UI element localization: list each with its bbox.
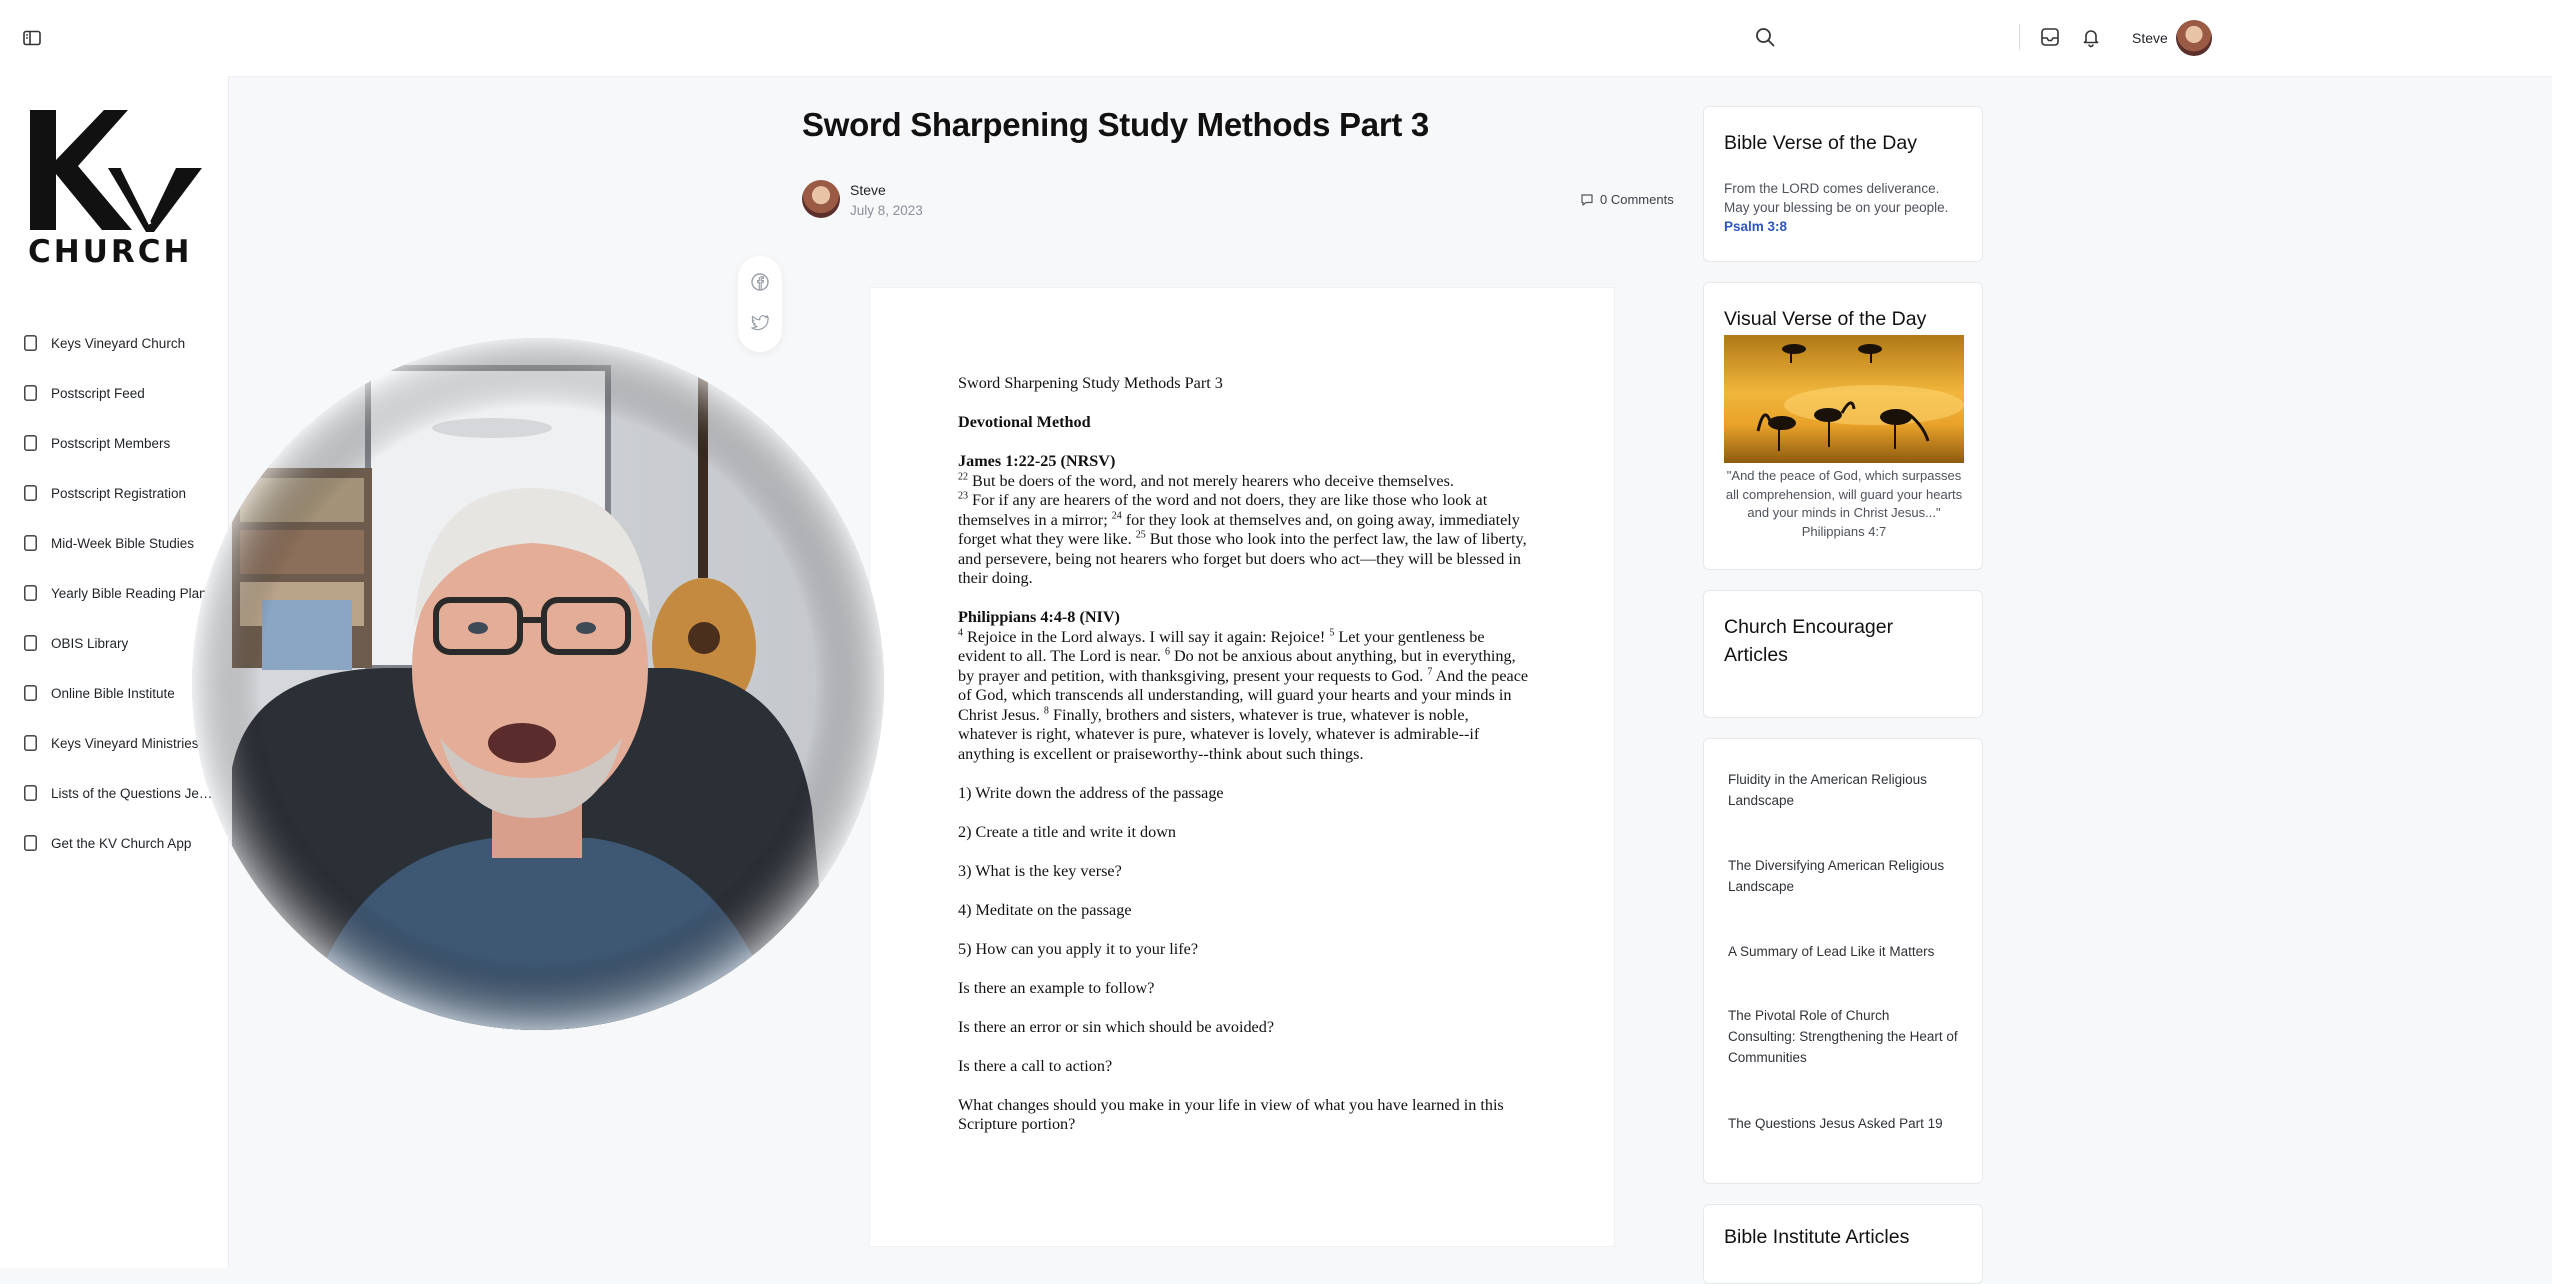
comments-count: 0 Comments (1600, 192, 1674, 207)
doc-step: Is there an example to follow? (958, 978, 1155, 997)
document-icon (24, 435, 37, 451)
kv-logo-mark (30, 110, 202, 232)
article-link[interactable]: Fluidity in the American Religious Lands… (1728, 769, 1960, 811)
author-name[interactable]: Steve (850, 182, 886, 198)
sidebar-item-label: Postscript Registration (51, 485, 187, 501)
webcam-video-frame (192, 338, 884, 1030)
author-avatar[interactable] (802, 180, 840, 218)
post-date: July 8, 2023 (850, 203, 923, 218)
bible-verse-of-day-card: Bible Verse of the Day From the LORD com… (1703, 106, 1983, 262)
header-user-name[interactable]: Steve (2132, 30, 2168, 46)
facebook-icon[interactable] (750, 272, 770, 292)
sidebar-item-yearly-bible-reading-plan[interactable]: Yearly Bible Reading Plan (0, 568, 228, 618)
doc-heading: Sword Sharpening Study Methods Part 3 (958, 374, 1223, 392)
header-divider (2019, 24, 2020, 50)
sidebar-nav: Keys Vineyard Church Postscript Feed Pos… (0, 318, 228, 868)
bible-institute-card: Bible Institute Articles (1703, 1204, 1983, 1284)
document-icon (24, 735, 37, 751)
birds-sunset-picture (1724, 335, 1964, 463)
doc-step: 4) Meditate on the passage (958, 900, 1132, 919)
sidebar-item-mid-week-bible-studies[interactable]: Mid-Week Bible Studies (0, 518, 228, 568)
document-icon (24, 785, 37, 801)
doc-passage1-ref: James 1:22-25 (NRSV) (958, 452, 1116, 470)
card-title: Church Encourager Articles (1724, 616, 1894, 666)
card-title: Bible Institute Articles (1724, 1226, 1910, 1248)
sidebar-item-postscript-members[interactable]: Postscript Members (0, 418, 228, 468)
sidebar-item-questions-jesus-asked[interactable]: Lists of the Questions Jesu... (0, 768, 228, 818)
document-icon (24, 335, 37, 351)
kv-church-logo[interactable]: CHURCH (26, 108, 206, 274)
document-icon (24, 585, 37, 601)
user-avatar[interactable] (2176, 20, 2212, 56)
doc-step: 1) Write down the address of the passage (958, 783, 1224, 802)
search-icon[interactable] (1754, 26, 1776, 48)
document-icon (24, 485, 37, 501)
sidebar: CHURCH Keys Vineyard Church Postscript F… (0, 0, 228, 1268)
card-title: Visual Verse of the Day (1724, 308, 1927, 330)
doc-step: Is there a call to action? (958, 1056, 1113, 1075)
comments-link[interactable]: 0 Comments (1580, 192, 1674, 207)
sidebar-item-label: Postscript Members (51, 435, 171, 451)
sidebar-item-label: Get the KV Church App (51, 835, 192, 851)
sidebar-item-label: Lists of the Questions Jesu... (51, 785, 219, 801)
verse-text: From the LORD comes deliverance. May you… (1724, 181, 1949, 234)
visual-verse-caption: "And the peace of God, which surpasses a… (1725, 468, 1963, 539)
doc-step: Is there an error or sin which should be… (958, 1017, 1275, 1036)
doc-passage2-ref: Philippians 4:4-8 (NIV) (958, 608, 1120, 626)
church-encourager-card: Church Encourager Articles (1703, 590, 1983, 718)
document-icon (24, 535, 37, 551)
document-icon (24, 635, 37, 651)
article-link[interactable]: A Summary of Lead Like it Matters (1728, 941, 1960, 962)
doc-step: 3) What is the key verse? (958, 861, 1122, 880)
article-link[interactable]: The Pivotal Role of Church Consulting: S… (1728, 1005, 1960, 1068)
card-title: Bible Verse of the Day (1724, 132, 1917, 154)
sidebar-item-label: Online Bible Institute (51, 685, 175, 701)
doc-step: 5) How can you apply it to your life? (958, 939, 1199, 958)
sidebar-toggle-icon[interactable] (23, 30, 41, 46)
bell-icon[interactable] (2080, 26, 2102, 48)
twitter-icon[interactable] (750, 312, 770, 332)
doc-passage2: 4 Rejoice in the Lord always. I will say… (958, 627, 1529, 763)
article-link[interactable]: The Diversifying American Religious Land… (1728, 855, 1960, 897)
sidebar-item-keys-vineyard-church[interactable]: Keys Vineyard Church (0, 318, 228, 368)
visual-verse-card: Visual Verse of the Day "And the peace o… (1703, 282, 1983, 570)
logo-wordmark: CHURCH (28, 234, 193, 270)
document-icon (24, 685, 37, 701)
doc-passage1: 22 But be doers of the word, and not mer… (958, 471, 1527, 588)
sidebar-item-label: Yearly Bible Reading Plan (51, 585, 207, 601)
share-bar (738, 256, 782, 352)
top-header: Steve (228, 0, 2552, 77)
document-text: Sword Sharpening Study Methods Part 3 De… (958, 374, 1530, 1154)
comment-icon (1581, 193, 1593, 206)
sidebar-item-label: Mid-Week Bible Studies (51, 535, 195, 551)
sidebar-item-label: Postscript Feed (51, 385, 145, 401)
post-title: Sword Sharpening Study Methods Part 3 (802, 106, 1429, 143)
inbox-icon[interactable] (2039, 26, 2061, 48)
doc-step: What changes should you make in your lif… (958, 1095, 1504, 1134)
document-icon (24, 835, 37, 851)
article-link[interactable]: The Questions Jesus Asked Part 19 (1728, 1113, 1960, 1134)
verse-reference-link[interactable]: Psalm 3:8 (1724, 219, 1787, 234)
sidebar-item-postscript-registration[interactable]: Postscript Registration (0, 468, 228, 518)
webcam-overlay[interactable] (192, 338, 884, 1030)
document-icon (24, 385, 37, 401)
articles-list-card: Fluidity in the American Religious Lands… (1703, 738, 1983, 1184)
sidebar-item-get-app[interactable]: Get the KV Church App (0, 818, 228, 868)
sidebar-item-label: Keys Vineyard Ministries (51, 735, 199, 751)
document-viewer[interactable]: Sword Sharpening Study Methods Part 3 De… (870, 288, 1614, 1246)
doc-method: Devotional Method (958, 413, 1091, 431)
sidebar-item-label: Keys Vineyard Church (51, 335, 186, 351)
sidebar-item-label: OBIS Library (51, 635, 129, 651)
sidebar-item-postscript-feed[interactable]: Postscript Feed (0, 368, 228, 418)
visual-verse-image[interactable] (1724, 335, 1964, 463)
doc-step: 2) Create a title and write it down (958, 822, 1177, 841)
